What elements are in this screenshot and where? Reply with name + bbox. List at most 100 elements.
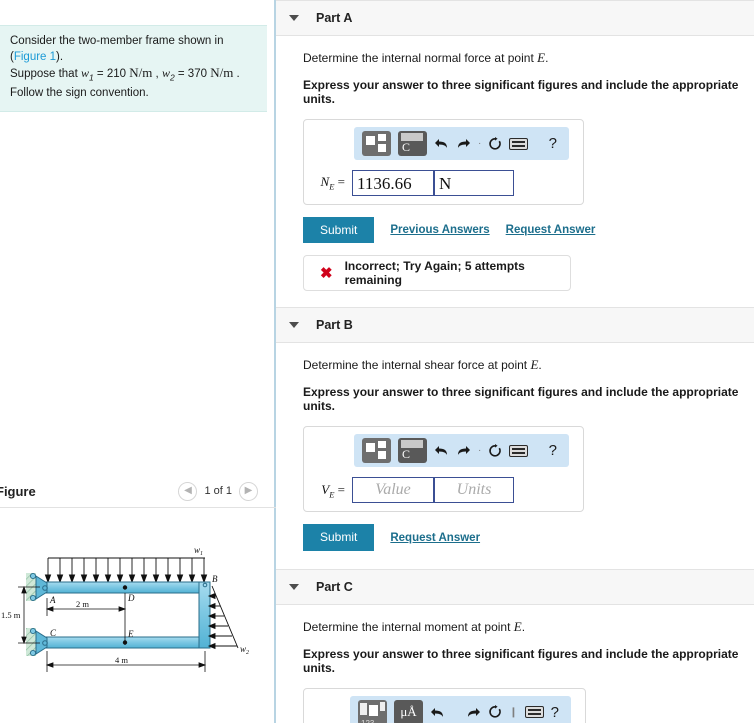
part-a-previous-answers-link[interactable]: Previous Answers bbox=[390, 224, 489, 236]
redo-icon[interactable] bbox=[456, 444, 471, 457]
math-template-icon[interactable]: 123 bbox=[358, 699, 387, 723]
reset-icon[interactable] bbox=[488, 136, 502, 151]
figure-1-link[interactable]: Figure 1 bbox=[14, 51, 56, 63]
help-question-icon[interactable]: ? bbox=[549, 135, 561, 152]
units-ruler-icon[interactable]: C bbox=[398, 131, 427, 156]
part-b-units-input[interactable]: Units bbox=[434, 477, 514, 504]
frame-diagram-svg: A B C D E w1 w2 2 m 4 m 1.5 m bbox=[1, 545, 249, 672]
undo-icon[interactable] bbox=[430, 706, 445, 719]
part-b-body: Determine the internal shear force at po… bbox=[276, 343, 754, 568]
incorrect-x-icon: ✖ bbox=[320, 264, 333, 282]
figure-header: Figure ◀ 1 of 1 ▶ bbox=[0, 476, 276, 506]
help-question-icon[interactable]: ? bbox=[549, 442, 561, 459]
part-b-actions: Submit Request Answer bbox=[303, 524, 754, 551]
part-a-prompt-var: E bbox=[537, 50, 546, 65]
part-a-prompt-text: Determine the internal normal force at p… bbox=[303, 51, 538, 65]
math-template-icon[interactable] bbox=[362, 438, 391, 464]
w1-units: N/m bbox=[129, 65, 153, 80]
separator-dot-icon: · bbox=[478, 445, 482, 457]
collapse-caret-icon[interactable] bbox=[289, 322, 299, 329]
part-a-feedback-text: Incorrect; Try Again; 5 attempts remaini… bbox=[344, 259, 525, 288]
part-b-request-answer-link[interactable]: Request Answer bbox=[390, 532, 480, 544]
part-c-prompt-text: Determine the internal moment at point bbox=[303, 619, 514, 634]
part-b-prompt-end: . bbox=[538, 358, 542, 373]
figure-counter: 1 of 1 bbox=[204, 485, 232, 497]
w2-equals: = 370 bbox=[174, 68, 211, 80]
part-b-prompt-text: Determine the internal shear force at po… bbox=[303, 358, 531, 373]
units-mua-icon[interactable]: μÅ bbox=[394, 699, 423, 723]
label-C: C bbox=[50, 628, 57, 638]
part-c-answer-box: 123 μÅ bbox=[303, 687, 586, 723]
part-b-toolbar: C · ? bbox=[354, 434, 569, 468]
dimension-2m: 2 m bbox=[76, 599, 89, 609]
redo-icon[interactable] bbox=[466, 706, 481, 719]
redo-icon[interactable] bbox=[456, 137, 471, 150]
keyboard-icon[interactable] bbox=[524, 706, 544, 719]
problem-period: . bbox=[233, 68, 240, 80]
part-c-toolbar: 123 μÅ bbox=[350, 695, 571, 723]
part-section-b: Part B Determine the internal shear forc… bbox=[276, 307, 754, 568]
part-b-prompt: Determine the internal shear force at po… bbox=[303, 357, 754, 373]
part-a-input-row: NE = 1136.66 N bbox=[312, 170, 575, 196]
math-template-icon[interactable] bbox=[362, 131, 391, 156]
w2-symbol: w bbox=[161, 66, 170, 80]
part-c-label: Part C bbox=[316, 579, 353, 594]
keyboard-icon[interactable] bbox=[509, 137, 529, 150]
problem-text-2: ). bbox=[56, 50, 64, 63]
frame-diagram[interactable]: A B C D E w1 w2 2 m 4 m 1.5 m bbox=[0, 520, 276, 695]
mua-label: μÅ bbox=[400, 704, 417, 720]
part-c-header[interactable]: Part C bbox=[276, 568, 754, 605]
label-w2: w2 bbox=[240, 644, 249, 656]
part-b-instruction: Express your answer to three significant… bbox=[303, 385, 739, 414]
part-a-units-input[interactable]: N bbox=[434, 170, 514, 196]
problem-text-4: Follow the sign convention. bbox=[10, 86, 149, 99]
part-c-instruction: Express your answer to three significant… bbox=[303, 646, 739, 675]
label-E: E bbox=[127, 629, 134, 639]
figure-navigation: ◀ 1 of 1 ▶ bbox=[178, 481, 258, 501]
part-b-value-input[interactable]: Value bbox=[352, 477, 434, 504]
problem-comma: , bbox=[152, 68, 162, 80]
collapse-caret-icon[interactable] bbox=[289, 583, 299, 590]
part-b-label: Part B bbox=[316, 318, 353, 333]
undo-icon[interactable] bbox=[434, 137, 449, 150]
w1-symbol: w bbox=[80, 66, 89, 80]
part-b-input-row: VE = Value Units bbox=[312, 477, 575, 504]
part-c-body: Determine the internal moment at point E… bbox=[276, 605, 754, 723]
part-a-request-answer-link[interactable]: Request Answer bbox=[506, 224, 596, 236]
problem-statement: Consider the two-member frame shown in (… bbox=[0, 25, 267, 113]
label-w1: w1 bbox=[194, 545, 203, 557]
left-panel: Consider the two-member frame shown in (… bbox=[0, 0, 276, 723]
part-b-submit-button[interactable]: Submit bbox=[303, 524, 375, 551]
problem-page: Consider the two-member frame shown in (… bbox=[0, 0, 754, 723]
reset-icon[interactable] bbox=[488, 705, 502, 719]
collapse-caret-icon[interactable] bbox=[289, 15, 299, 21]
keyboard-icon[interactable] bbox=[509, 444, 529, 457]
undo-icon[interactable] bbox=[434, 444, 449, 457]
figure-divider bbox=[0, 507, 276, 508]
part-c-prompt-var: E bbox=[513, 618, 522, 634]
part-a-toolbar: C · ? bbox=[354, 127, 569, 160]
reset-icon[interactable] bbox=[488, 443, 502, 458]
part-section-a: Part A Determine the internal normal for… bbox=[276, 0, 754, 307]
figure-prev-button[interactable]: ◀ bbox=[178, 481, 198, 501]
parts-panel: Part A Determine the internal normal for… bbox=[276, 0, 754, 723]
part-a-header[interactable]: Part A bbox=[276, 0, 754, 36]
part-a-actions: Submit Previous Answers Request Answer bbox=[303, 217, 754, 244]
figure-next-button[interactable]: ▶ bbox=[239, 481, 258, 501]
label-D: D bbox=[127, 593, 135, 603]
w2-units: N/m bbox=[210, 65, 234, 80]
part-b-answer-box: C · ? VE = Value Units bbox=[303, 426, 584, 513]
part-a-feedback: ✖ Incorrect; Try Again; 5 attempts remai… bbox=[303, 255, 571, 292]
units-ruler-icon[interactable]: C bbox=[398, 438, 427, 464]
part-a-value-input[interactable]: 1136.66 bbox=[352, 170, 434, 196]
part-a-prompt: Determine the internal normal force at p… bbox=[303, 50, 754, 66]
part-a-answer-box: C · ? NE = 1136.66 N bbox=[303, 119, 584, 205]
dimension-4m: 4 m bbox=[115, 655, 128, 665]
part-a-submit-button[interactable]: Submit bbox=[303, 217, 375, 244]
w1-equals: = 210 bbox=[93, 68, 130, 80]
part-b-header[interactable]: Part B bbox=[276, 307, 754, 344]
part-a-body: Determine the internal normal force at p… bbox=[276, 36, 754, 307]
help-question-icon[interactable]: ? bbox=[551, 704, 563, 721]
separator-dot-icon: ❙ bbox=[509, 706, 518, 718]
part-a-instruction: Express your answer to three significant… bbox=[303, 78, 739, 106]
